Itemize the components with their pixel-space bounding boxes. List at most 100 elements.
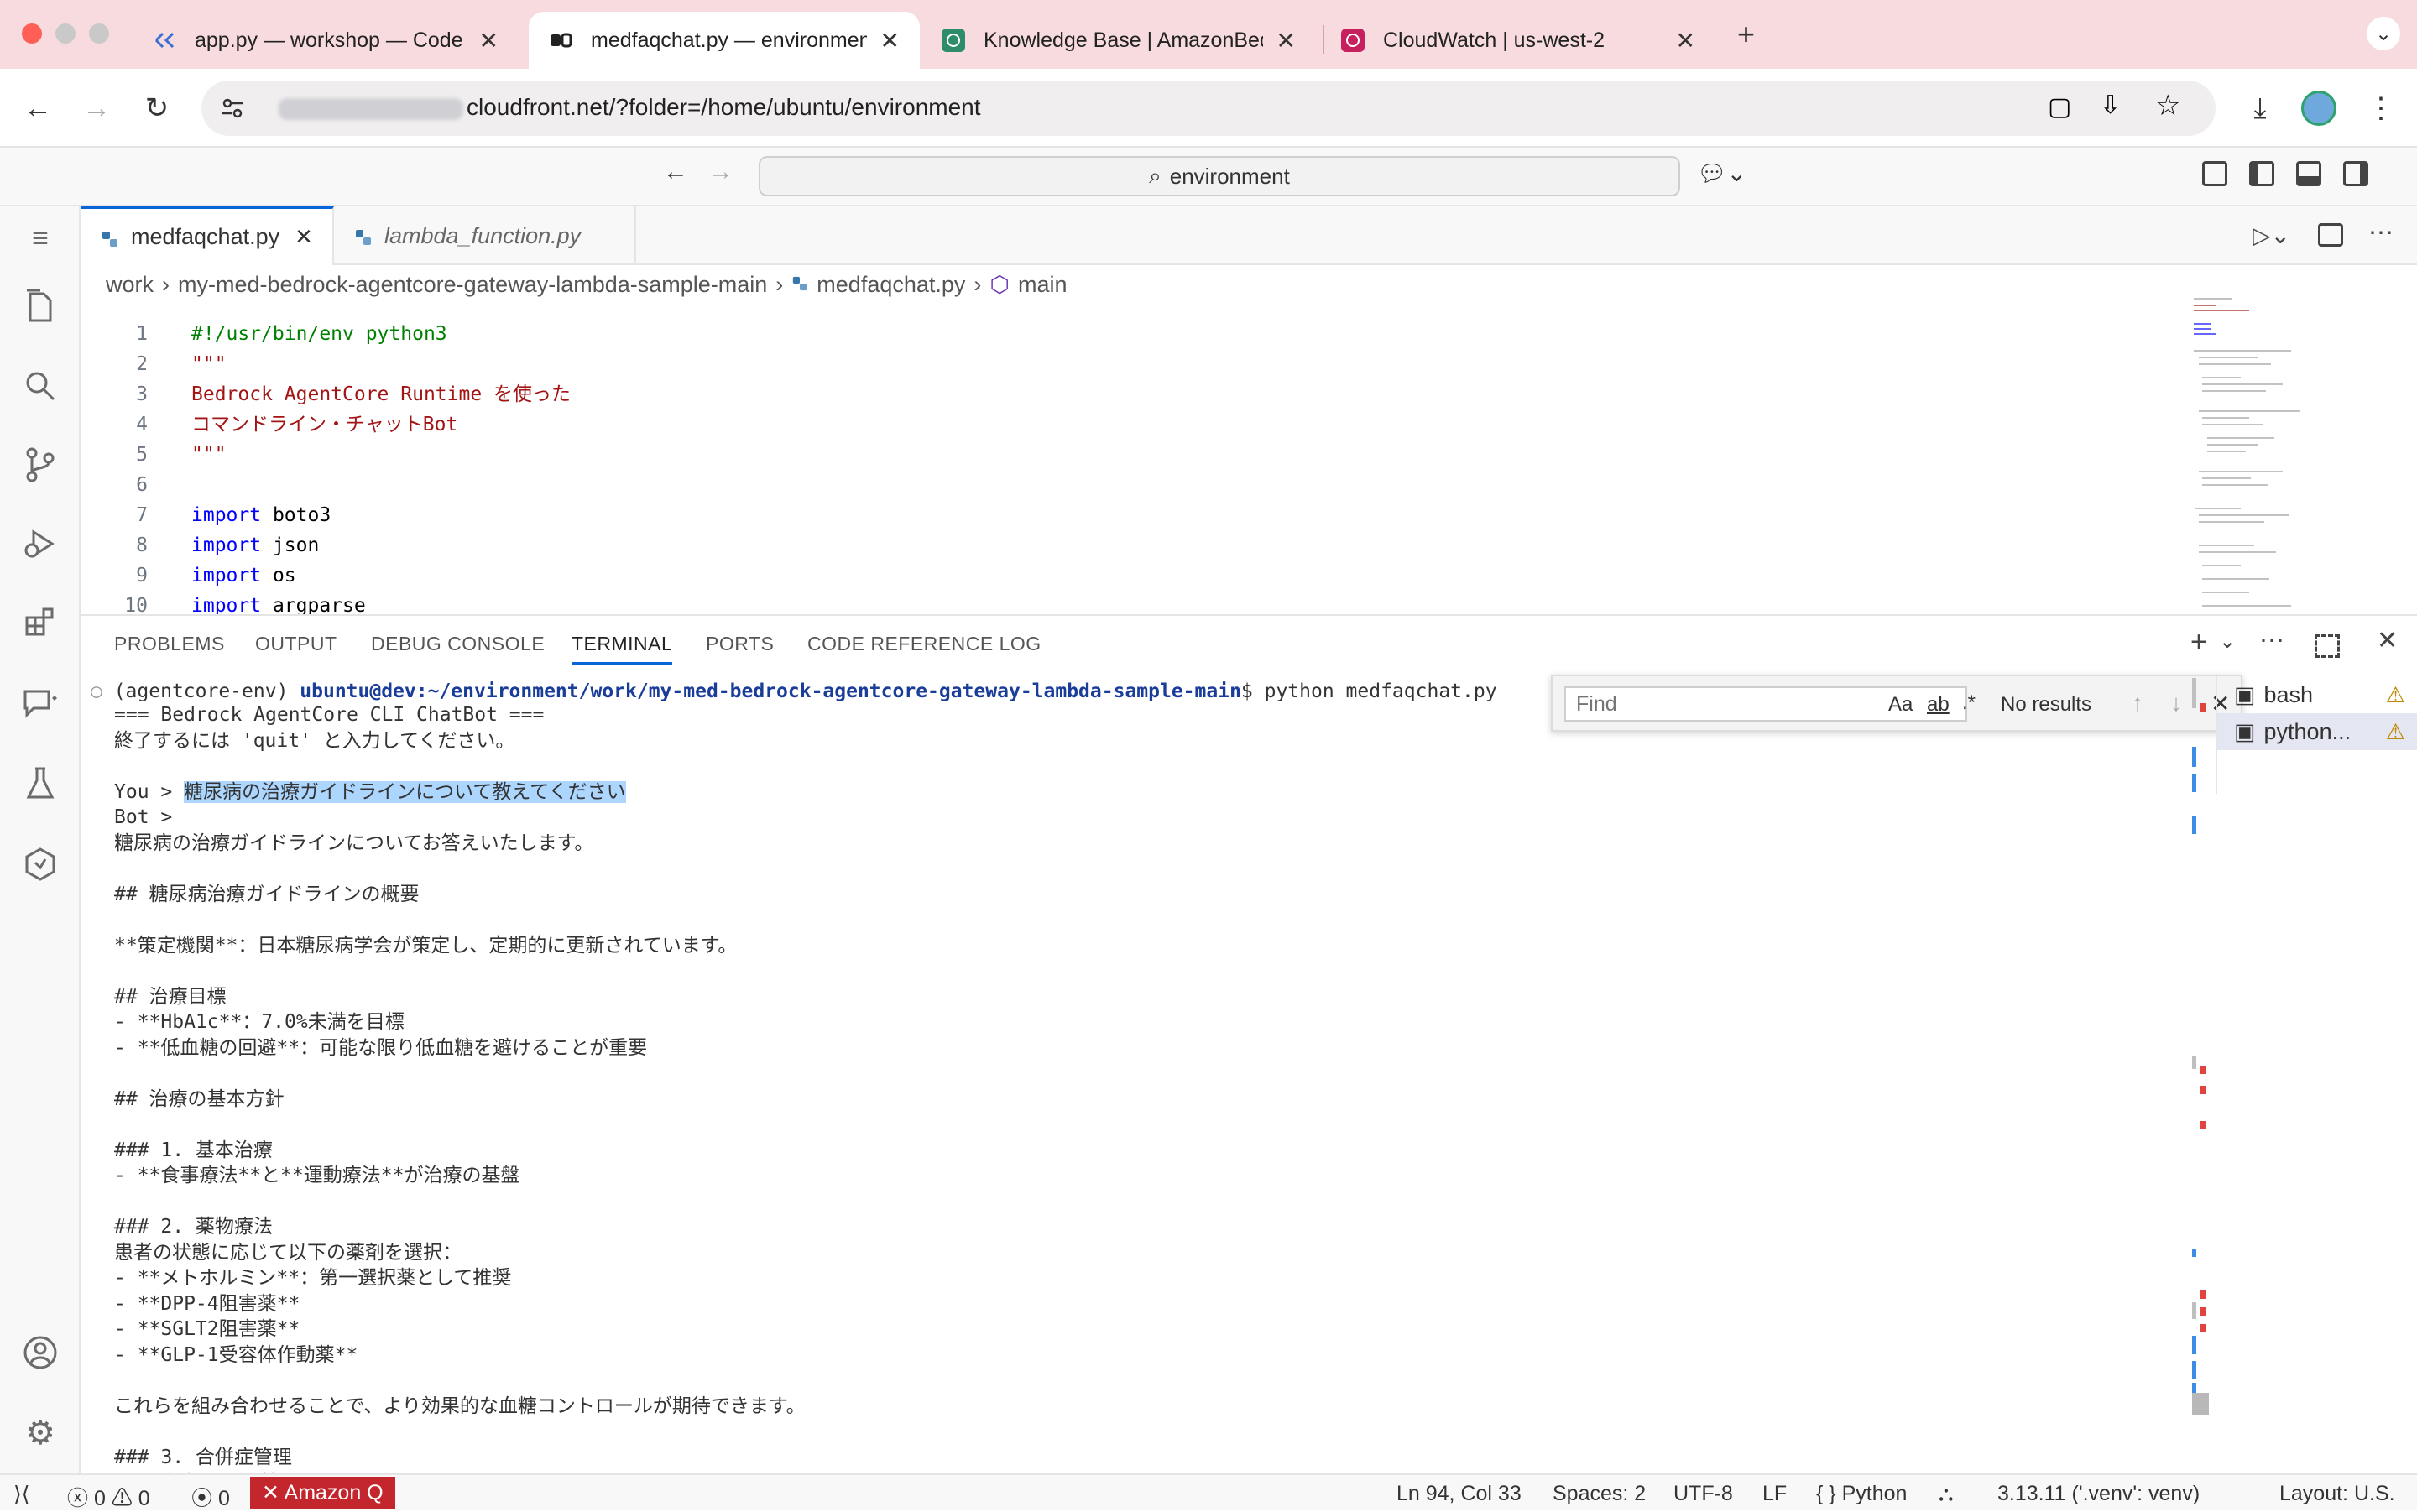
- indentation-status[interactable]: Spaces: 2: [1553, 1482, 1646, 1506]
- line-number: 4: [136, 414, 148, 435]
- tab-terminal[interactable]: TERMINAL: [572, 633, 673, 665]
- back-arrow-icon[interactable]: ←: [17, 87, 59, 129]
- browser-tab-active[interactable]: medfaqchat.py — environment ✕: [529, 12, 920, 69]
- line-number: 1: [136, 323, 148, 345]
- terminal-find-widget: Aa ab .* No results ↑ ↓ ✕: [1551, 675, 2242, 732]
- forward-arrow-icon[interactable]: →: [708, 158, 733, 186]
- keyboard-layout[interactable]: Layout: U.S.: [2279, 1482, 2395, 1506]
- command-center[interactable]: ⌕ environment: [759, 156, 1680, 196]
- copilot-chat-icon[interactable]: 💬︎⌄: [1697, 159, 1746, 187]
- close-panel-icon[interactable]: ✕: [2377, 626, 2398, 655]
- testing-icon[interactable]: [18, 762, 62, 806]
- settings-gear-icon[interactable]: ⚙: [18, 1411, 62, 1455]
- reload-icon[interactable]: ↻: [136, 87, 178, 129]
- activity-bar: ≡ ⚙: [0, 206, 81, 1473]
- breadcrumb-item[interactable]: main: [1018, 272, 1068, 298]
- terminal-line-text: Bot >: [114, 806, 185, 828]
- run-debug-icon[interactable]: [18, 522, 62, 566]
- line-number: 5: [136, 444, 148, 466]
- copilot-icon[interactable]: ⛬: [1939, 1482, 1954, 1506]
- toggle-primary-sidebar-icon[interactable]: [2249, 161, 2274, 186]
- chat-icon[interactable]: [18, 681, 62, 725]
- close-icon[interactable]: ✕: [880, 27, 900, 55]
- new-terminal-icon[interactable]: +: [2190, 626, 2207, 659]
- terminal-line: - **GLP-1受容体作動薬**: [114, 1343, 358, 1367]
- run-python-icon[interactable]: ▷⌄: [2253, 222, 2290, 249]
- close-icon[interactable]: ✕: [479, 27, 499, 55]
- terminal-item-bash[interactable]: ▣ bash ⚠: [2217, 676, 2417, 713]
- forward-arrow-icon[interactable]: →: [76, 87, 117, 129]
- customize-layout-icon[interactable]: [2202, 161, 2227, 186]
- next-match-icon[interactable]: ↓: [2170, 690, 2182, 717]
- bookmark-star-icon[interactable]: ☆: [2155, 89, 2180, 123]
- address-bar[interactable]: cloudfront.net/?folder=/home/ubuntu/envi…: [201, 81, 2216, 136]
- terminal-line-text: - **食事療法**と**運動療法**が治療の基盤: [114, 1165, 520, 1186]
- previous-match-icon[interactable]: ↑: [2132, 690, 2143, 717]
- toggle-panel-icon[interactable]: [2296, 161, 2321, 186]
- editor-tab-label: medfaqchat.py: [131, 224, 280, 249]
- extensions-icon[interactable]: [18, 601, 62, 644]
- terminal-line: === Bedrock AgentCore CLI ChatBot ===: [114, 703, 544, 727]
- browser-tab[interactable]: app.py — workshop — Code Editor ✕: [133, 12, 519, 69]
- tab-code-reference-log[interactable]: CODE REFERENCE LOG: [807, 633, 1041, 655]
- window-close-button[interactable]: [22, 23, 42, 44]
- breadcrumb-item[interactable]: work: [106, 272, 154, 298]
- terminal-line-text: 終了するには 'quit' と入力してください。: [114, 729, 515, 752]
- terminal-output[interactable]: ○ (agentcore-env) ubuntu@dev:~/environme…: [81, 676, 2195, 1473]
- maximize-panel-icon[interactable]: [2315, 634, 2340, 658]
- tab-debug-console[interactable]: DEBUG CONSOLE: [371, 633, 545, 655]
- regex-toggle[interactable]: .*: [1962, 691, 1976, 715]
- aws-toolkit-icon[interactable]: [18, 842, 62, 886]
- search-icon[interactable]: [18, 364, 62, 408]
- language-status[interactable]: { } Python: [1816, 1482, 1907, 1506]
- minimap[interactable]: [2190, 294, 2316, 613]
- chevron-down-icon[interactable]: ⌄: [2219, 629, 2236, 654]
- install-app-icon[interactable]: ⇩: [2100, 91, 2121, 120]
- browser-tab[interactable]: CloudWatch | us-west-2 ✕: [1321, 12, 1715, 69]
- braces-icon: { }: [1816, 1482, 1836, 1505]
- more-actions-icon[interactable]: ⋯: [2368, 218, 2394, 248]
- terminal-item-python[interactable]: ▣ python... ⚠: [2217, 713, 2417, 750]
- remote-icon[interactable]: ⟩⟨: [13, 1482, 30, 1507]
- split-editor-icon[interactable]: [2318, 223, 2343, 247]
- account-icon[interactable]: [18, 1331, 62, 1374]
- code-editor[interactable]: 1 #!/usr/bin/env python3 2 """ 3 Bedrock Agen…: [81, 304, 2179, 614]
- terminal-line: ## 糖尿病治療ガイドラインの概要: [114, 883, 420, 906]
- tab-search-chevron-icon[interactable]: ⌄: [2367, 17, 2400, 50]
- tab-output[interactable]: OUTPUT: [255, 633, 337, 655]
- clipboard-icon[interactable]: ▢: [2048, 92, 2071, 122]
- toggle-secondary-sidebar-icon[interactable]: [2343, 161, 2368, 186]
- match-case-toggle[interactable]: Aa: [1888, 693, 1913, 717]
- close-icon[interactable]: ✕: [295, 224, 313, 250]
- download-icon[interactable]: ⤓: [2239, 87, 2281, 129]
- source-control-icon[interactable]: [18, 443, 62, 487]
- cursor-position[interactable]: Ln 94, Col 33: [1396, 1482, 1522, 1506]
- editor-tab-medfaqchat[interactable]: medfaqchat.py ✕: [81, 206, 334, 265]
- close-icon[interactable]: ✕: [1676, 27, 1695, 55]
- editor-tab-lambda[interactable]: lambda_function.py: [334, 206, 636, 265]
- encoding-status[interactable]: UTF-8: [1673, 1482, 1733, 1506]
- python-interpreter[interactable]: 3.13.11 ('.venv': venv): [1997, 1482, 2200, 1506]
- browser-tab[interactable]: Knowledge Base | AmazonBedrock ✕: [921, 12, 1316, 69]
- ports-status[interactable]: ⦿ 0: [191, 1482, 230, 1512]
- back-arrow-icon[interactable]: ←: [663, 158, 688, 186]
- browser-menu-icon[interactable]: ⋮: [2360, 87, 2402, 129]
- breadcrumb-item[interactable]: my-med-bedrock-agentcore-gateway-lambda-…: [178, 272, 767, 298]
- more-actions-icon[interactable]: ⋯: [2259, 626, 2284, 655]
- window-zoom-button[interactable]: [89, 23, 109, 44]
- tab-ports[interactable]: PORTS: [706, 633, 774, 655]
- tab-problems[interactable]: PROBLEMS: [114, 633, 225, 655]
- explorer-icon[interactable]: [18, 284, 62, 327]
- site-info-icon[interactable]: [218, 94, 247, 123]
- amazon-q-status[interactable]: ✕ Amazon Q: [250, 1477, 395, 1509]
- close-icon[interactable]: ✕: [1276, 27, 1296, 55]
- match-whole-word-toggle[interactable]: ab: [1927, 693, 1950, 717]
- problems-status[interactable]: ⓧ 0 ⚠ 0: [67, 1482, 150, 1512]
- terminal-line: ## 治療の基本方針: [114, 1087, 285, 1111]
- menu-icon[interactable]: ≡: [18, 216, 62, 260]
- new-tab-icon[interactable]: +: [1737, 17, 1755, 52]
- window-minimize-button[interactable]: [55, 23, 76, 44]
- profile-avatar[interactable]: [2301, 91, 2336, 126]
- eol-status[interactable]: LF: [1762, 1482, 1787, 1506]
- breadcrumb-item[interactable]: medfaqchat.py: [817, 272, 965, 298]
